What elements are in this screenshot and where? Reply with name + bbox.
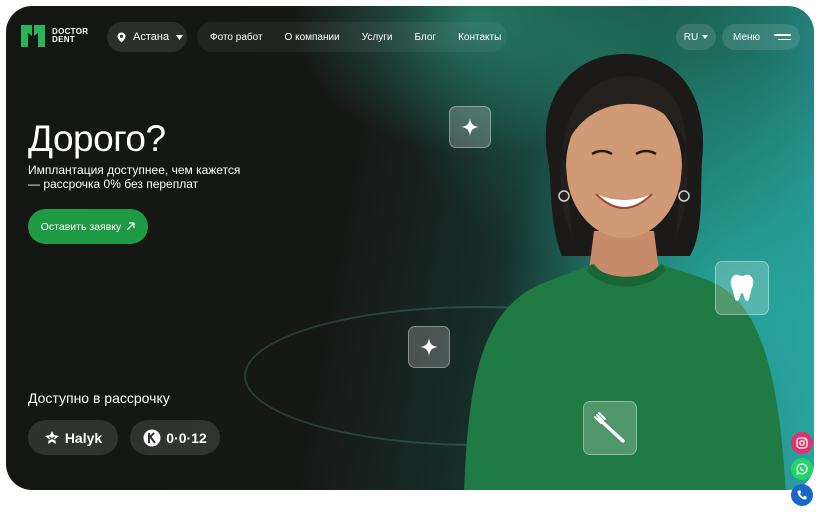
submit-request-button[interactable]: Оставить заявку	[28, 209, 148, 244]
kaspi-logo-icon	[143, 429, 161, 446]
sparkle-icon	[461, 118, 479, 136]
cta-label: Оставить заявку	[40, 220, 122, 233]
sparkle-tile-small	[408, 326, 450, 368]
phone-icon	[797, 490, 807, 500]
city-label: Астана	[133, 31, 170, 43]
whatsapp-icon	[796, 463, 808, 475]
caret-down-icon	[176, 34, 184, 40]
doctor-dent-logo-icon	[21, 25, 45, 47]
tooth-tile	[715, 261, 769, 315]
instagram-icon	[796, 437, 808, 449]
nav-item-photos[interactable]: Фото работ	[210, 32, 263, 43]
nav-item-services[interactable]: Услуги	[362, 32, 393, 43]
sparkle-tile	[449, 106, 491, 148]
bank-halyk-label: Halyk	[64, 429, 103, 446]
logo-line-2: DENT	[52, 35, 75, 44]
nav-item-contacts[interactable]: Контакты	[458, 32, 501, 43]
language-label: RU	[683, 31, 699, 43]
whatsapp-button[interactable]	[791, 458, 813, 480]
hero-subtitle-line-1: Имплантация доступнее, чем кажется	[28, 163, 241, 177]
tooth-icon	[730, 274, 754, 301]
toothbrush-icon	[594, 412, 625, 443]
phone-button[interactable]	[791, 484, 813, 506]
bank-kaspi-label: 0·0·12	[166, 429, 207, 446]
installment-heading: Доступно в рассрочку	[28, 390, 170, 406]
bank-kaspi-pill[interactable]: 0·0·12	[130, 420, 220, 455]
toothbrush-tile	[583, 401, 637, 455]
hero-subtitle: Имплантация доступнее, чем кажется — рас…	[28, 163, 268, 191]
logo-text: DOCTOR DENT	[52, 28, 92, 44]
caret-down-icon	[702, 35, 709, 39]
nav-item-blog[interactable]: Блог	[414, 32, 436, 43]
city-selector[interactable]: Астана	[107, 22, 187, 52]
halyk-logo-icon	[44, 430, 59, 444]
hero-title: Дорого?	[28, 118, 166, 159]
location-pin-icon	[117, 32, 126, 42]
bank-halyk-pill[interactable]: Halyk	[28, 420, 118, 455]
instagram-button[interactable]	[791, 432, 813, 454]
hero-subtitle-line-2: — рассрочка 0% без переплат	[28, 177, 199, 191]
logo[interactable]: DOCTOR DENT	[20, 24, 92, 48]
hamburger-icon	[774, 34, 792, 40]
nav-item-about[interactable]: О компании	[285, 32, 340, 43]
hero-section: DOCTOR DENT Астана Фото работ О компании…	[6, 6, 814, 490]
sparkle-icon	[420, 338, 438, 356]
menu-label: Меню	[733, 31, 761, 43]
arrow-up-right-icon	[126, 222, 135, 231]
